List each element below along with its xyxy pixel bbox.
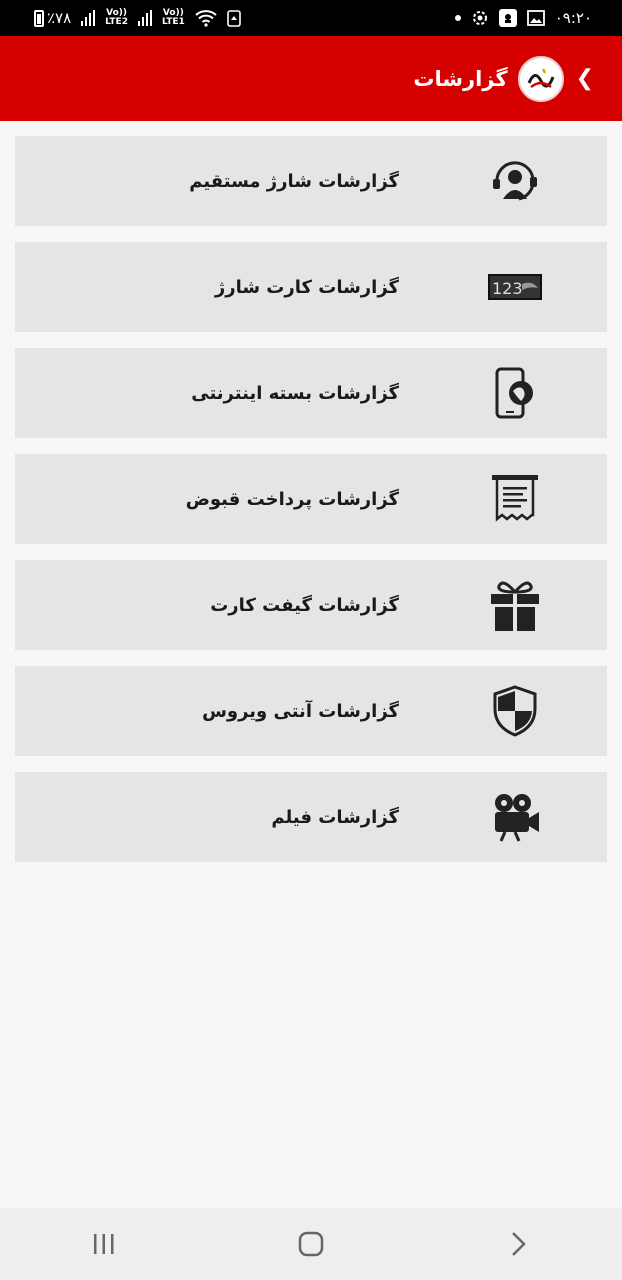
signal-icon-sim2 (81, 10, 96, 26)
reports-list: گزارشات شارژ مستقیم گزارشات کارت شارژ 12… (15, 136, 607, 878)
battery-indicator: ٪۷۸ (34, 9, 71, 27)
clock: ۰۹:۲۰ (554, 9, 592, 27)
image-icon (526, 10, 545, 26)
battery-icon (34, 9, 44, 27)
shield-icon (487, 683, 543, 739)
report-item-label: گزارشات کارت شارژ (214, 276, 399, 298)
recycle-icon (226, 10, 241, 27)
lte2-indicator: Vo)) LTE2 (105, 9, 128, 27)
back-arrow-icon (512, 1232, 527, 1256)
status-left: ٪۷۸ Vo)) LTE2 Vo)) LTE1 (34, 9, 241, 27)
home-button[interactable] (281, 1219, 341, 1269)
app-logo (517, 55, 564, 102)
report-item-label: گزارشات شارژ مستقیم (189, 170, 399, 192)
app-header: گزارشات ❮ (0, 36, 622, 121)
receipt-icon (487, 471, 543, 527)
report-item-movie[interactable]: گزارشات فیلم (15, 772, 607, 862)
settings-gear-icon (472, 11, 487, 25)
notification-dot-icon (454, 15, 461, 21)
battery-level: ٪۷۸ (47, 9, 72, 27)
report-item-internet-package[interactable]: گزارشات بسته اینترنتی (15, 348, 607, 438)
back-button[interactable] (488, 1219, 548, 1269)
charge-card-icon: 123 (487, 259, 543, 315)
report-item-charge-card[interactable]: گزارشات کارت شارژ 123 (15, 242, 607, 332)
back-chevron-icon[interactable]: ❮ (576, 66, 594, 91)
gift-icon (487, 577, 543, 633)
page-title: گزارشات (413, 66, 508, 91)
signal-icon-sim1 (137, 10, 152, 26)
report-item-label: گزارشات فیلم (271, 806, 399, 828)
recent-apps-button[interactable] (74, 1219, 134, 1269)
app-notification-icon (498, 9, 517, 27)
logo-icon (522, 60, 559, 97)
lte1-label: LTE1 (161, 17, 185, 27)
movie-camera-icon (487, 789, 543, 845)
report-item-bill-payment[interactable]: گزارشات پرداخت قبوض (15, 454, 607, 544)
report-item-gift-card[interactable]: گزارشات گیفت کارت (15, 560, 607, 650)
wifi-icon (195, 10, 217, 27)
svg-text:123: 123 (492, 279, 523, 298)
report-item-label: گزارشات آنتی ویروس (202, 700, 399, 722)
headset-user-icon (487, 153, 543, 209)
report-item-direct-charge[interactable]: گزارشات شارژ مستقیم (15, 136, 607, 226)
lte2-label: LTE2 (105, 17, 128, 27)
recent-apps-icon (93, 1234, 114, 1254)
home-icon (298, 1231, 324, 1257)
status-right: ۰۹:۲۰ (454, 9, 592, 27)
system-navigation-bar (0, 1208, 622, 1280)
mobile-globe-icon (487, 365, 543, 421)
lte1-indicator: Vo)) LTE1 (162, 9, 185, 27)
report-item-label: گزارشات بسته اینترنتی (191, 382, 399, 404)
status-bar: ٪۷۸ Vo)) LTE2 Vo)) LTE1 ۰۹:۲۰ (0, 0, 622, 36)
report-item-antivirus[interactable]: گزارشات آنتی ویروس (15, 666, 607, 756)
report-item-label: گزارشات گیفت کارت (210, 594, 399, 616)
report-item-label: گزارشات پرداخت قبوض (185, 488, 399, 510)
